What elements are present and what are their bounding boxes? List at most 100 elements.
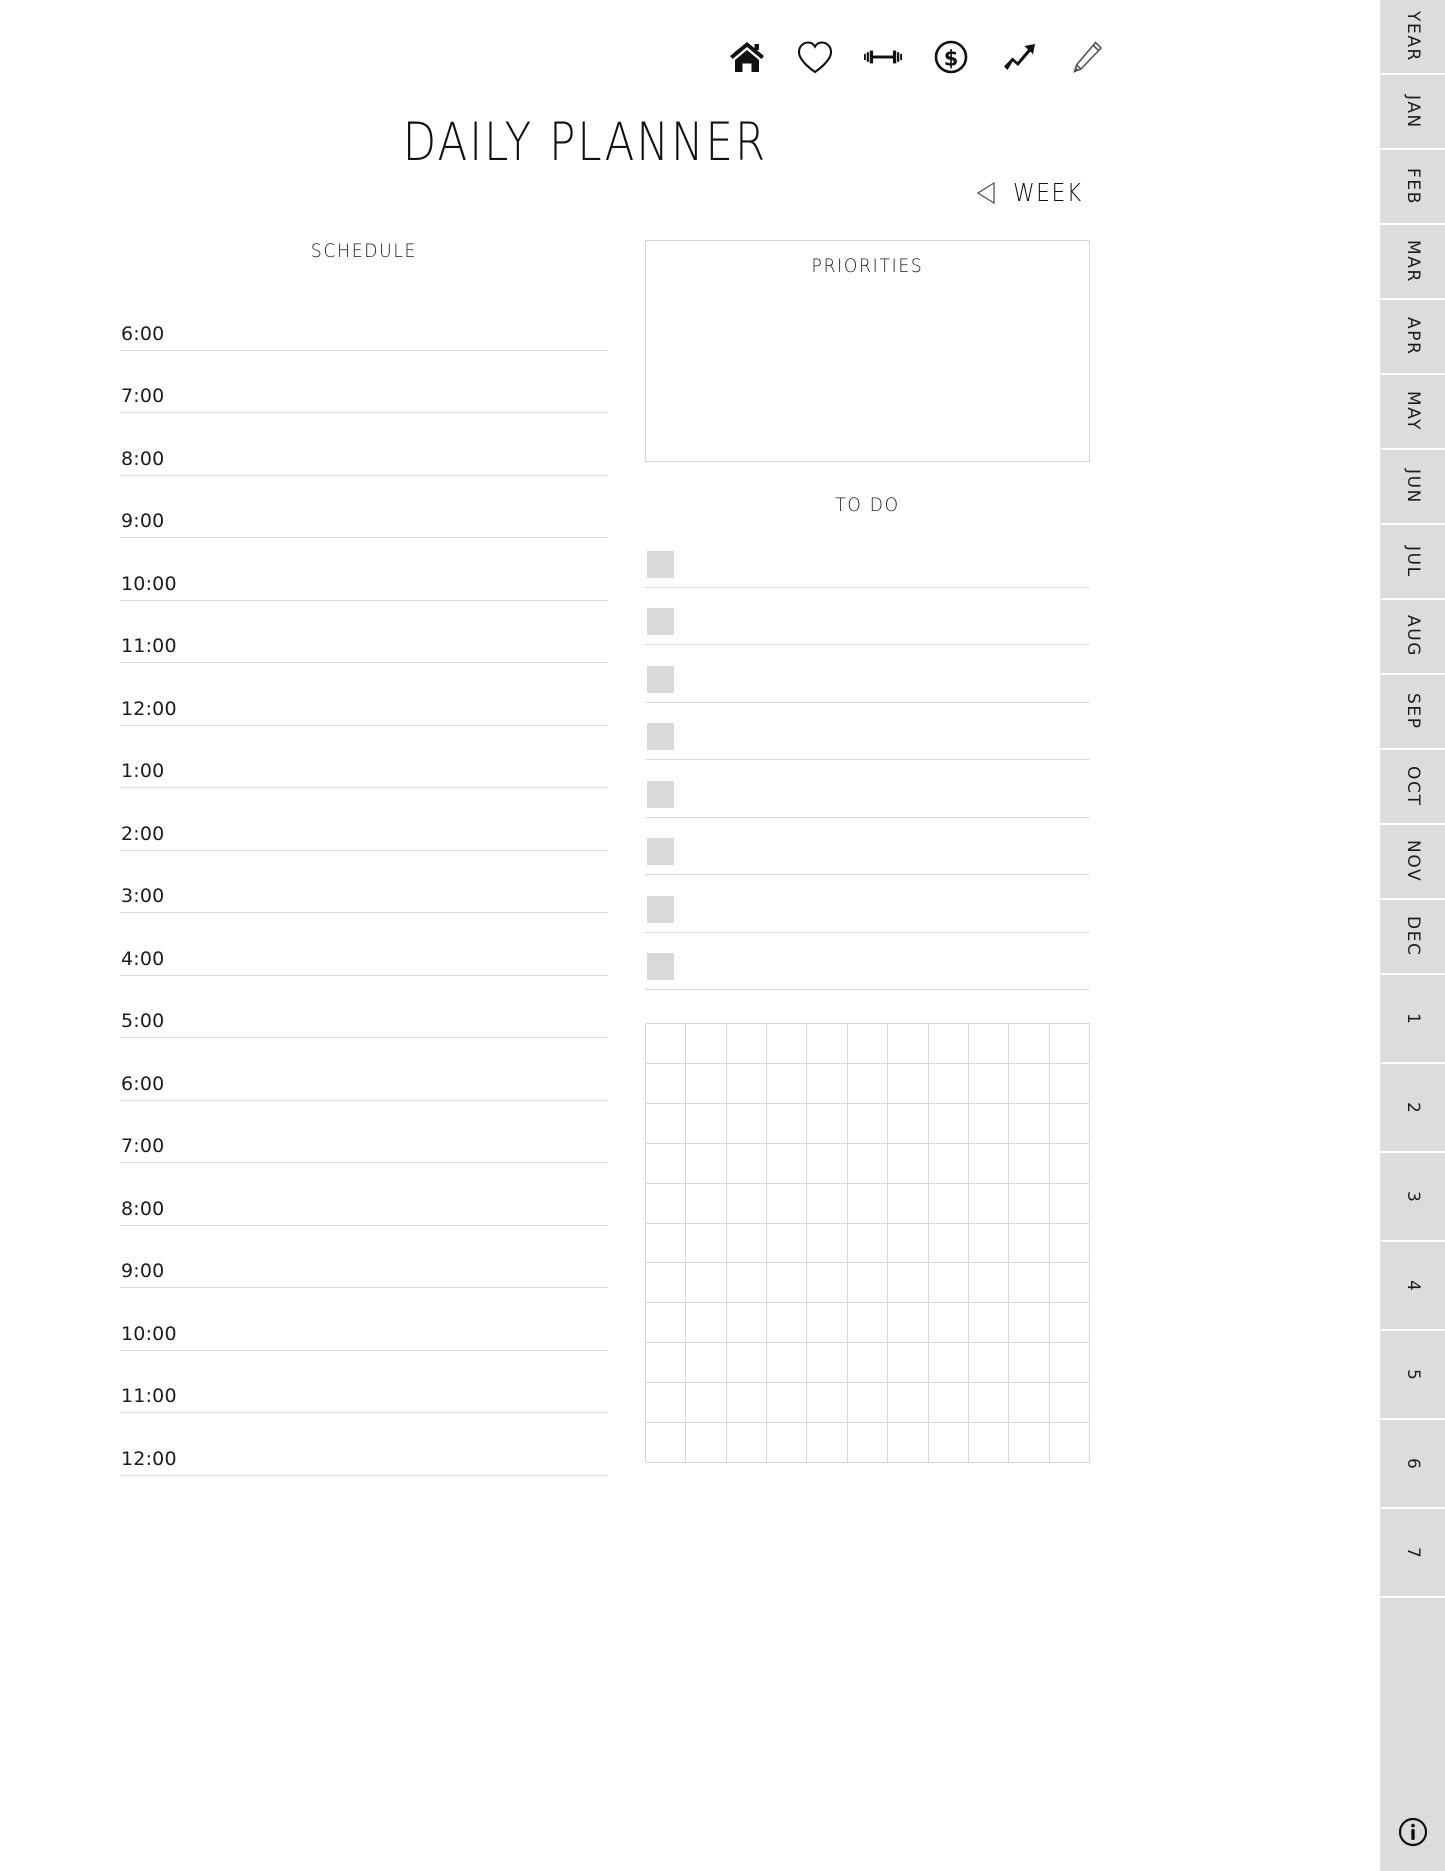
grid-cell[interactable] bbox=[928, 1103, 969, 1144]
grid-cell[interactable] bbox=[726, 1343, 768, 1384]
todo-checkbox[interactable] bbox=[647, 608, 674, 635]
schedule-row[interactable]: 8:00 bbox=[120, 413, 608, 476]
grid-cell[interactable] bbox=[847, 1423, 889, 1463]
grid-cell[interactable] bbox=[968, 1024, 1010, 1064]
todo-checkbox[interactable] bbox=[647, 838, 674, 865]
grid-cell[interactable] bbox=[686, 1183, 727, 1224]
grid-cell[interactable] bbox=[646, 1343, 687, 1384]
grid-cell[interactable] bbox=[928, 1383, 969, 1424]
grid-cell[interactable] bbox=[847, 1024, 889, 1064]
schedule-row[interactable]: 8:00 bbox=[120, 1163, 608, 1226]
schedule-row[interactable]: 7:00 bbox=[120, 1101, 608, 1163]
grid-cell[interactable] bbox=[928, 1183, 969, 1224]
grid-cell[interactable] bbox=[847, 1303, 889, 1344]
sidebar-tab-day-3[interactable]: 3 bbox=[1381, 1153, 1445, 1242]
grid-cell[interactable] bbox=[1009, 1183, 1050, 1224]
grid-cell[interactable] bbox=[1009, 1143, 1050, 1184]
grid-cell[interactable] bbox=[807, 1383, 848, 1424]
todo-checkbox[interactable] bbox=[647, 780, 674, 808]
grid-cell[interactable] bbox=[807, 1143, 848, 1184]
grid-cell[interactable] bbox=[807, 1223, 848, 1264]
grid-cell[interactable] bbox=[767, 1063, 808, 1104]
grid-cell[interactable] bbox=[726, 1383, 768, 1424]
schedule-row[interactable]: 4:00 bbox=[120, 913, 608, 976]
schedule-row[interactable]: 3:00 bbox=[120, 851, 608, 913]
grid-cell[interactable] bbox=[686, 1143, 727, 1184]
grid-cell[interactable] bbox=[888, 1223, 929, 1264]
sidebar-tab-day-6[interactable]: 6 bbox=[1381, 1420, 1445, 1509]
grid-cell[interactable] bbox=[767, 1343, 808, 1384]
grid-cell[interactable] bbox=[726, 1263, 768, 1304]
grid-cell[interactable] bbox=[968, 1183, 1010, 1224]
grid-cell[interactable] bbox=[686, 1423, 727, 1463]
schedule-row[interactable]: 10:00 bbox=[120, 538, 608, 601]
grid-cell[interactable] bbox=[767, 1263, 808, 1304]
grid-cell[interactable] bbox=[686, 1024, 727, 1064]
grid-cell[interactable] bbox=[847, 1343, 889, 1384]
todo-row[interactable] bbox=[645, 875, 1090, 933]
grid-cell[interactable] bbox=[847, 1063, 889, 1104]
grid-cell[interactable] bbox=[726, 1063, 768, 1104]
schedule-row[interactable]: 5:00 bbox=[120, 976, 608, 1038]
heart-icon[interactable] bbox=[794, 36, 836, 78]
grid-cell[interactable] bbox=[646, 1024, 687, 1064]
sidebar-tab-year[interactable]: YEAR bbox=[1381, 0, 1445, 75]
grid-cell[interactable] bbox=[968, 1303, 1010, 1344]
sidebar-tab-jan[interactable]: JAN bbox=[1381, 75, 1445, 150]
grid-cell[interactable] bbox=[888, 1303, 929, 1344]
grid-cell[interactable] bbox=[767, 1024, 808, 1064]
grid-cell[interactable] bbox=[767, 1303, 808, 1344]
grid-cell[interactable] bbox=[888, 1024, 929, 1064]
grid-cell[interactable] bbox=[807, 1263, 848, 1304]
grid-cell[interactable] bbox=[767, 1103, 808, 1144]
schedule-row[interactable]: 9:00 bbox=[120, 1226, 608, 1288]
sidebar-tab-apr[interactable]: APR bbox=[1381, 300, 1445, 375]
sidebar-tab-feb[interactable]: FEB bbox=[1381, 150, 1445, 225]
grid-cell[interactable] bbox=[767, 1183, 808, 1224]
sidebar-tab-oct[interactable]: OCT bbox=[1381, 750, 1445, 825]
week-nav-button[interactable]: WEEK bbox=[975, 178, 1092, 207]
grid-cell[interactable] bbox=[888, 1143, 929, 1184]
sidebar-tab-sep[interactable]: SEP bbox=[1381, 675, 1445, 750]
grid-cell[interactable] bbox=[847, 1103, 889, 1144]
grid-cell[interactable] bbox=[1049, 1103, 1090, 1144]
todo-checkbox[interactable] bbox=[647, 953, 674, 980]
grid-cell[interactable] bbox=[686, 1303, 727, 1344]
sidebar-tab-jun[interactable]: JUN bbox=[1381, 450, 1445, 525]
grid-cell[interactable] bbox=[1049, 1343, 1090, 1384]
grid-cell[interactable] bbox=[726, 1103, 768, 1144]
notes-grid[interactable] bbox=[645, 1023, 1090, 1463]
grid-cell[interactable] bbox=[888, 1183, 929, 1224]
grid-cell[interactable] bbox=[807, 1343, 848, 1384]
schedule-row[interactable]: 6:00 bbox=[120, 288, 608, 351]
grid-cell[interactable] bbox=[1009, 1024, 1050, 1064]
grid-cell[interactable] bbox=[686, 1223, 727, 1264]
grid-cell[interactable] bbox=[646, 1103, 687, 1144]
sidebar-tab-day-1[interactable]: 1 bbox=[1381, 975, 1445, 1064]
grid-cell[interactable] bbox=[928, 1303, 969, 1344]
grid-cell[interactable] bbox=[807, 1063, 848, 1104]
todo-checkbox[interactable] bbox=[647, 665, 674, 693]
grid-cell[interactable] bbox=[847, 1383, 889, 1424]
schedule-row[interactable]: 7:00 bbox=[120, 351, 608, 413]
todo-row[interactable] bbox=[645, 703, 1090, 760]
grid-cell[interactable] bbox=[1049, 1183, 1090, 1224]
grid-cell[interactable] bbox=[1049, 1063, 1090, 1104]
grid-cell[interactable] bbox=[928, 1263, 969, 1304]
grid-cell[interactable] bbox=[807, 1103, 848, 1144]
schedule-row[interactable]: 1:00 bbox=[120, 726, 608, 788]
grid-cell[interactable] bbox=[1009, 1343, 1050, 1384]
grid-cell[interactable] bbox=[686, 1103, 727, 1144]
grid-cell[interactable] bbox=[807, 1024, 848, 1064]
grid-cell[interactable] bbox=[1049, 1423, 1090, 1463]
grid-cell[interactable] bbox=[1009, 1063, 1050, 1104]
grid-cell[interactable] bbox=[888, 1383, 929, 1424]
home-icon[interactable] bbox=[726, 36, 768, 78]
sidebar-tab-jul[interactable]: JUL bbox=[1381, 525, 1445, 600]
grid-cell[interactable] bbox=[928, 1343, 969, 1384]
grid-cell[interactable] bbox=[807, 1303, 848, 1344]
sidebar-tab-day-4[interactable]: 4 bbox=[1381, 1242, 1445, 1331]
schedule-row[interactable]: 12:00 bbox=[120, 1413, 608, 1476]
grid-cell[interactable] bbox=[968, 1103, 1010, 1144]
grid-cell[interactable] bbox=[968, 1223, 1010, 1264]
